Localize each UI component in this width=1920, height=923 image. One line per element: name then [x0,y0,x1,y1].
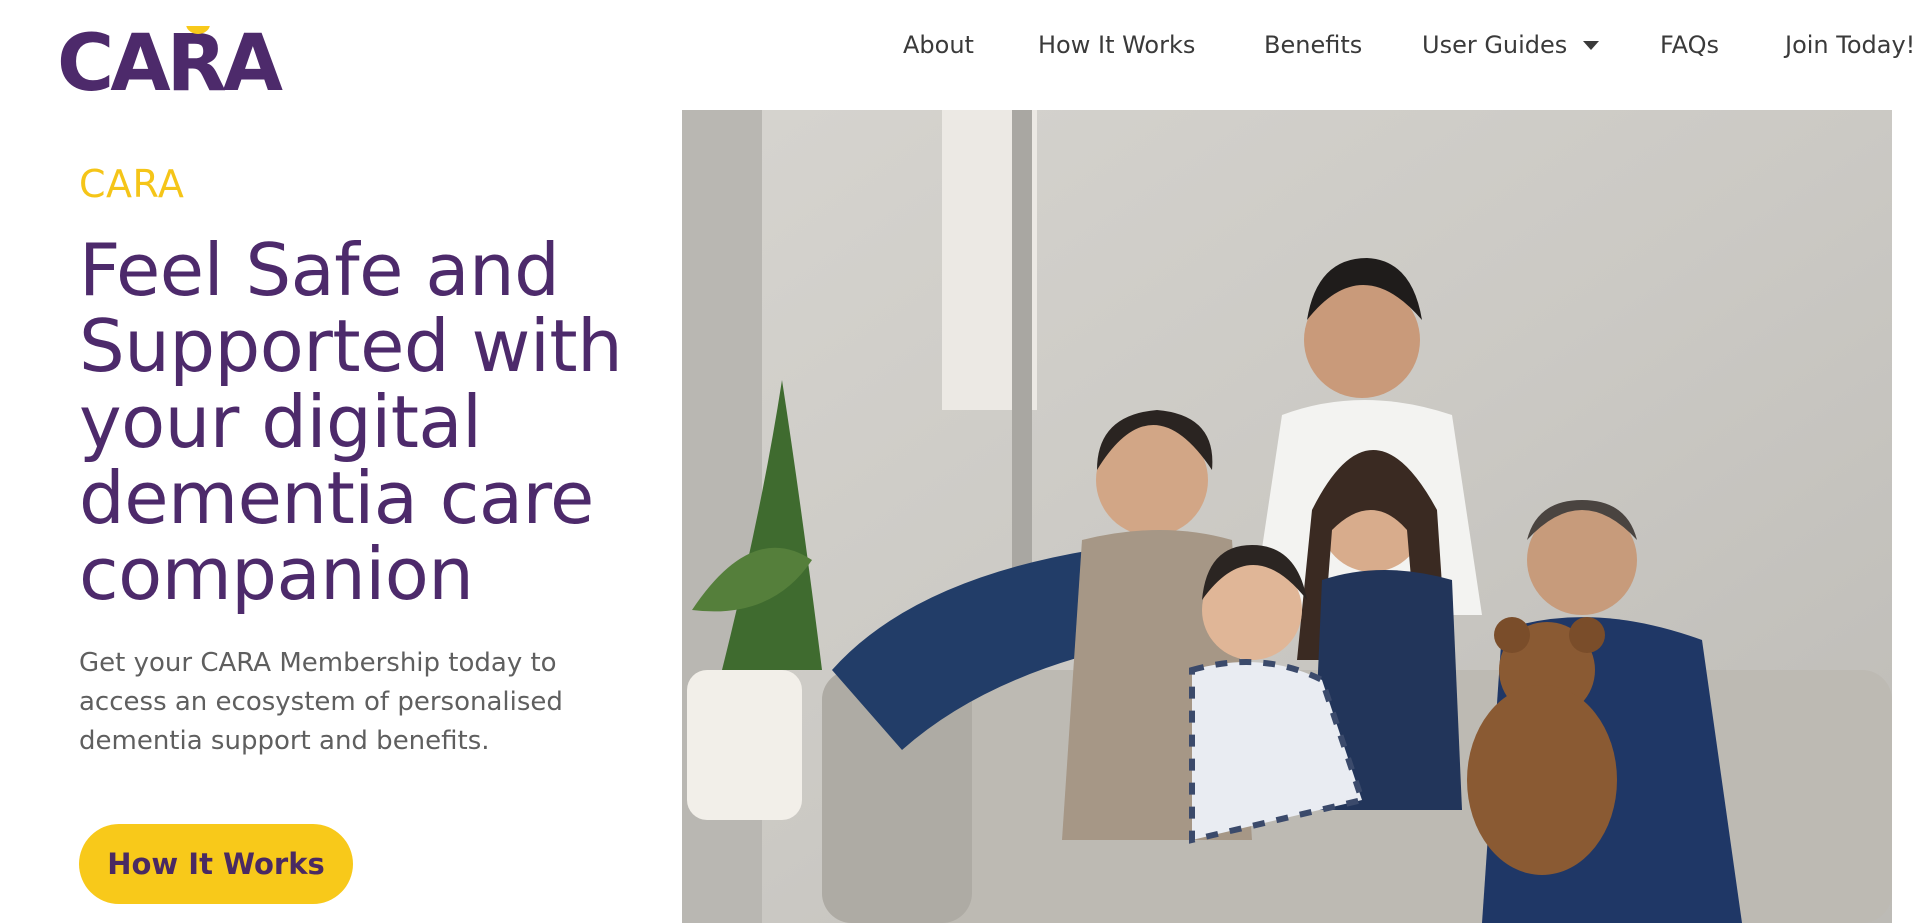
site-header: CARA About How It Works Benefits User Gu… [0,0,1920,109]
teddy-bear-ear [1494,617,1530,653]
hero-subtext-line: dementia support and benefits. [79,726,490,756]
nav-faqs-label: FAQs [1660,31,1719,59]
hero-eyebrow: CARA [79,162,185,206]
hero-headline-line: Supported with [79,304,623,388]
hero-headline-line: your digital [79,380,482,464]
teddy-bear-ear [1569,617,1605,653]
nav-about-label: About [903,31,974,59]
plant-pot [687,670,802,820]
nav-how-it-works-label: How It Works [1038,31,1196,59]
hero-headline-line: companion [79,532,474,616]
nav-benefits[interactable]: Benefits [1264,22,1362,68]
nav-about[interactable]: About [903,22,974,68]
nav-join-today-label: Join Today! [1785,31,1916,59]
hero-headline-line: dementia care [79,456,594,540]
nav-join-today[interactable]: Join Today! [1785,22,1915,68]
teddy-bear-body [1467,685,1617,875]
hero-subtext-line: Get your CARA Membership today to [79,648,557,678]
hero-subtext: Get your CARA Membership today to access… [79,644,599,761]
how-it-works-button-label: How It Works [107,847,325,881]
nav-user-guides-label: User Guides [1422,31,1568,59]
caret-down-icon[interactable] [1583,40,1600,50]
family-photo-illustration [682,110,1892,923]
hero-headline: Feel Safe and Supported with your digita… [79,232,679,612]
hero-photo [682,110,1892,923]
main-nav: About How It Works Benefits User Guides … [0,22,1920,68]
nav-user-guides[interactable]: User Guides [1422,22,1600,68]
nav-faqs[interactable]: FAQs [1660,22,1719,68]
nav-how-it-works[interactable]: How It Works [1038,22,1195,68]
hero-subtext-line: access an ecosystem of personalised [79,687,563,717]
how-it-works-button[interactable]: How It Works [79,824,353,904]
nav-benefits-label: Benefits [1264,31,1363,59]
hero-headline-line: Feel Safe and [79,228,560,312]
